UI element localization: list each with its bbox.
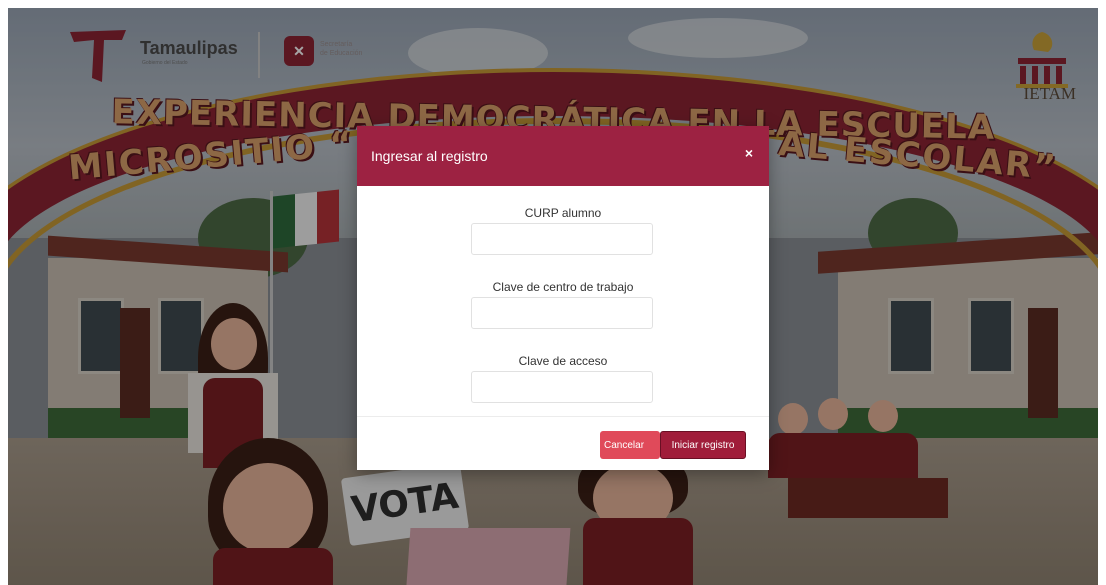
close-icon[interactable]: ×: [745, 145, 753, 161]
modal-title: Ingresar al registro: [371, 148, 488, 164]
cancel-button[interactable]: Cancelar: [600, 431, 660, 459]
work-center-key-label: Clave de centro de trabajo: [492, 280, 634, 294]
work-center-key-input[interactable]: [471, 297, 653, 329]
curp-input[interactable]: [471, 223, 653, 255]
modal-header: Ingresar al registro ×: [357, 126, 769, 186]
registration-modal: Ingresar al registro × CURP alumno Clave…: [357, 126, 769, 470]
access-key-label: Clave de acceso: [518, 354, 608, 368]
access-key-input[interactable]: [471, 371, 653, 403]
modal-footer-divider: [357, 416, 769, 417]
curp-label: CURP alumno: [524, 206, 602, 220]
start-registration-button[interactable]: Iniciar registro: [660, 431, 746, 459]
